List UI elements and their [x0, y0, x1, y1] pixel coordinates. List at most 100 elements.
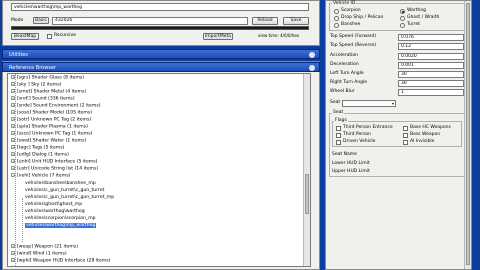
import-meta-button[interactable]: ImportMeta [203, 33, 233, 40]
properties-scrollbar[interactable] [464, 1, 471, 269]
expand-icon[interactable]: + [11, 258, 15, 262]
tree-node[interactable]: + [ssce] Unknown PC Tag (1 items) [11, 131, 92, 137]
tree-node-label: [wind] Wind (1 items) [17, 251, 67, 257]
left-turn-angle-field[interactable]: 30 [398, 71, 464, 78]
seat-name-label: Seat Name [332, 152, 357, 157]
expand-icon[interactable]: + [11, 89, 15, 93]
left-pane: vehicles\warthog\mp_warthog Mode Basic 4… [2, 0, 320, 270]
flag-checkbox[interactable] [336, 140, 341, 145]
prop-label: Left Turn Angle [330, 71, 364, 76]
acceleration-field[interactable]: 0.0020 [398, 53, 464, 60]
flag-label: Base HC Weapons [410, 125, 451, 130]
tree-leaf[interactable]: vehicles\scorpion\scorpion_mp [25, 216, 96, 222]
tree-node[interactable]: + [tagc] Tags (5 items) [11, 145, 64, 151]
tag-path-input[interactable]: vehicles\warthog\mp_warthog [11, 3, 309, 11]
expand-icon[interactable]: + [11, 117, 15, 121]
flag-checkbox[interactable] [403, 140, 408, 145]
radio-turret[interactable] [400, 23, 405, 28]
chevron-down-icon[interactable]: ▾ [392, 101, 394, 106]
expand-icon[interactable]: + [11, 152, 15, 156]
tree-leaf-label: vehicles\ghost\ghost_mp [25, 202, 83, 207]
deceleration-field[interactable]: 0.001 [398, 62, 464, 69]
wheel-blur-field[interactable]: 1 [398, 89, 464, 96]
save-button[interactable]: Save [283, 17, 309, 25]
tag-id-field[interactable]: 432026 [52, 17, 248, 25]
tree-node[interactable]: + [sgrs] Shader Glass (8 items) [11, 75, 84, 81]
expand-icon[interactable]: + [11, 166, 15, 170]
tree-node[interactable]: + [ustr] Unicode String list (14 items) [11, 166, 98, 172]
tree-node[interactable]: + [snd!] Sound (336 items) [11, 96, 75, 102]
rewrite-button[interactable]: BeastMap [11, 33, 39, 40]
radio-dropship[interactable] [334, 16, 339, 21]
tree-node[interactable]: − [vehi] Vehicle (7 items) [11, 173, 70, 179]
reload-button[interactable]: Reload [252, 17, 278, 25]
tag-tree[interactable]: + [sgrs] Shader Glass (8 items) + [sky ] S… [7, 73, 311, 267]
expand-icon[interactable]: + [11, 244, 15, 248]
chevron-down-icon[interactable] [309, 52, 315, 58]
expand-icon[interactable]: + [11, 96, 15, 100]
tree-node[interactable]: + [snde] Sound Environment (2 items) [11, 103, 101, 109]
flag-checkbox[interactable] [336, 126, 341, 131]
expand-icon[interactable]: + [11, 145, 15, 149]
seat-select[interactable]: ▾ [342, 100, 396, 107]
radio-banshee[interactable] [334, 23, 339, 28]
expand-icon[interactable]: + [11, 138, 15, 142]
prop-label: Acceleration [330, 53, 358, 58]
tree-node[interactable]: + [wind] Wind (1 items) [11, 251, 67, 257]
flag-checkbox[interactable] [403, 126, 408, 131]
expand-icon[interactable]: + [11, 110, 15, 114]
reference-browser-header[interactable]: Reference Browser [2, 62, 320, 72]
tree-node-label: [sgrs] Shader Glass (8 items) [17, 75, 85, 81]
tree-node[interactable]: + [smet] Shader Metal (4 items) [11, 89, 86, 95]
tree-node[interactable]: + [unhi] Unit HUD Interface (5 items) [11, 159, 97, 165]
tree-leaf[interactable]: vehicles\warthog\warthog [25, 209, 85, 215]
tree-leaf[interactable]: vehicles\c_gun_turret\c_gun_turret [25, 188, 104, 194]
tree-leaf[interactable]: vehicles\c_gun_turret\c_gun_turret_mp [25, 195, 114, 201]
status-text: view time: 4/0/0/hex [258, 33, 300, 38]
tree-node[interactable]: + [wphi] Weapon HUD Interface (28 items) [11, 258, 110, 264]
tree-node-label: [snde] Sound Environment (2 items) [17, 103, 101, 109]
tree-leaf-selected[interactable]: vehicles\warthog\mp_warthog [25, 223, 97, 229]
flag-checkbox[interactable] [403, 133, 408, 138]
top-speed-reverse-field[interactable]: 0.12 [398, 43, 464, 50]
tree-node-label: [snd!] Sound (336 items) [17, 96, 75, 102]
vehicle-properties-panel: Vehicle ID Scorpion Warthog Drop Ship / … [325, 0, 472, 270]
tree-scrollbar[interactable] [303, 74, 310, 266]
tree-node[interactable]: + [weap] Weapon (21 items) [11, 244, 78, 250]
tree-node[interactable]: + [swat] Shader Water (1 items) [11, 138, 86, 144]
properties-scrollbar-thumb[interactable] [466, 3, 470, 265]
expand-icon[interactable]: + [11, 251, 15, 255]
right-turn-angle-field[interactable]: 30 [398, 80, 464, 87]
expand-icon[interactable]: + [11, 159, 15, 163]
tree-leaf[interactable]: vehicles\ghost\ghost_mp [25, 202, 82, 208]
tree-node-label: [weap] Weapon (21 items) [17, 244, 79, 250]
tree-node-label: [sky ] Sky (2 items) [17, 82, 62, 88]
collapse-icon[interactable]: − [11, 173, 15, 177]
tree-node[interactable]: + [soso] Shader Model (105 items) [11, 110, 92, 116]
mode-button[interactable]: Basic [33, 17, 49, 24]
tree-node[interactable]: + [sotr] Unknown PC Tag (2 items) [11, 117, 91, 123]
chevron-up-icon[interactable] [309, 65, 315, 71]
tree-scrollbar-thumb[interactable] [305, 174, 309, 214]
expand-icon[interactable]: + [11, 103, 15, 107]
prop-label: Top Speed (Reverse) [330, 43, 377, 48]
tree-leaf[interactable]: vehicles\banshee\banshee_mp [25, 181, 96, 187]
tree-node[interactable]: + [udlg] Dialog (1 items) [11, 152, 69, 158]
utilities-title: Utilities [9, 52, 28, 58]
top-speed-forward-field[interactable]: 0.076 [398, 34, 464, 41]
radio-warthog[interactable] [400, 9, 405, 14]
expand-icon[interactable]: + [11, 82, 15, 86]
app-window: vehicles\warthog\mp_warthog Mode Basic 4… [0, 0, 480, 270]
radio-scorpion[interactable] [334, 9, 339, 14]
expand-icon[interactable]: + [11, 75, 15, 79]
tree-node[interactable]: + [sky ] Sky (2 items) [11, 82, 61, 88]
radio-ghost[interactable] [400, 16, 405, 21]
reference-browser-title: Reference Browser [9, 65, 57, 71]
recursive-checkbox[interactable] [47, 34, 52, 39]
vehicle-id-label: Vehicle ID [332, 1, 357, 7]
expand-icon[interactable]: + [11, 124, 15, 128]
flag-checkbox[interactable] [336, 133, 341, 138]
expand-icon[interactable]: + [11, 131, 15, 135]
tree-node[interactable]: + [spla] Shader Plasma (1 items) [11, 124, 88, 130]
utilities-header[interactable]: Utilities [2, 49, 320, 59]
